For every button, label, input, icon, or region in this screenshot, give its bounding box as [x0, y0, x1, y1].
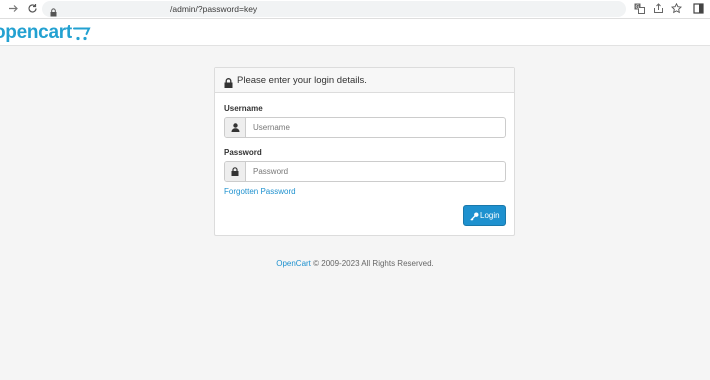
side-panel-icon[interactable]: [692, 3, 704, 15]
lock-icon: [224, 75, 233, 93]
site-header: opencart: [0, 19, 710, 46]
translate-icon[interactable]: G: [633, 3, 645, 15]
svg-text:G: G: [635, 5, 639, 11]
opencart-logo[interactable]: opencart: [0, 23, 91, 43]
address-bar[interactable]: /admin/?password=key: [42, 1, 626, 17]
copyright-text: © 2009-2023 All Rights Reserved.: [313, 259, 434, 268]
login-button[interactable]: Login: [463, 205, 506, 226]
login-button-label: Login: [480, 211, 500, 220]
url-text: /admin/?password=key: [170, 4, 258, 14]
password-label: Password: [224, 148, 262, 157]
reload-icon[interactable]: [26, 3, 38, 15]
logo-text: opencart: [0, 22, 72, 43]
login-panel: Please enter your login details. Usernam…: [214, 67, 515, 236]
username-input[interactable]: [247, 118, 505, 137]
cart-icon: [72, 26, 91, 46]
panel-heading: Please enter your login details.: [215, 68, 514, 93]
opencart-footer-link[interactable]: OpenCart: [276, 259, 311, 268]
user-icon: [225, 118, 246, 137]
password-input-group: [224, 161, 506, 182]
footer: OpenCart © 2009-2023 All Rights Reserved…: [0, 258, 710, 269]
forgotten-password-link[interactable]: Forgotten Password: [224, 186, 296, 197]
forward-arrow-icon[interactable]: [7, 3, 19, 15]
password-input[interactable]: [247, 162, 505, 181]
key-icon: [470, 212, 479, 221]
share-icon[interactable]: [652, 3, 664, 15]
username-input-group: [224, 117, 506, 138]
panel-title: Please enter your login details.: [237, 75, 367, 86]
lock-icon: [225, 162, 246, 181]
username-label: Username: [224, 104, 263, 113]
browser-toolbar: /admin/?password=key G: [0, 0, 710, 19]
bookmark-star-icon[interactable]: [670, 2, 682, 15]
